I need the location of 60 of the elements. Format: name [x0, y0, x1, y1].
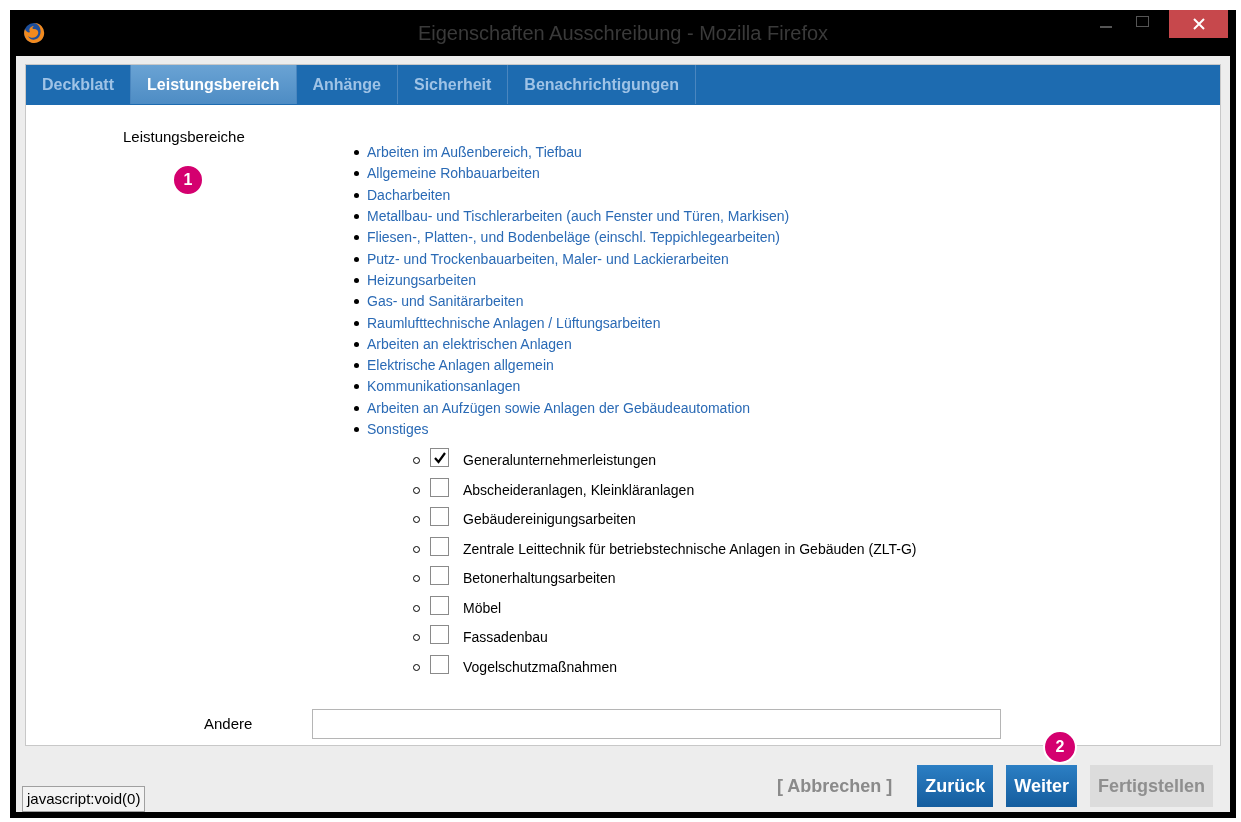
checkbox-label: Zentrale Leittechnik für betriebstechnische Anlagen in Gebäuden (ZLT-G) [463, 539, 917, 559]
category-link[interactable]: Elektrische Anlagen allgemein [367, 355, 554, 377]
checkbox-label: Abscheideranlagen, Kleinkläranlagen [463, 480, 695, 500]
checkbox-label: Fassadenbau [463, 628, 548, 648]
bullet-icon [354, 299, 359, 305]
checkbox[interactable] [430, 654, 449, 674]
category-link[interactable]: Metallbau- und Tischlerarbeiten (auch Fenster und Türen, Markisen) [367, 206, 790, 228]
category-link[interactable]: Arbeiten im Außenbereich, Tiefbau [367, 142, 582, 164]
bullet-icon [354, 384, 359, 390]
bullet-icon [354, 277, 359, 283]
window-title: Eigenschaften Ausschreibung - Mozilla Firefox [417, 21, 829, 46]
tab[interactable]: Sicherheit [397, 65, 509, 104]
bullet-icon [354, 214, 359, 220]
checkbox[interactable] [430, 566, 449, 586]
status-tooltip: javascript:void(0) [22, 786, 146, 812]
category-link[interactable]: Kommunikationsanlagen [367, 376, 521, 398]
checkbox[interactable] [430, 448, 449, 468]
bullet-icon [354, 150, 359, 156]
maximize-icon[interactable] [1136, 16, 1149, 27]
category-link[interactable]: Arbeiten an Aufzügen sowie Anlagen der Gebäudeautomation [367, 397, 750, 419]
bullet-icon [354, 341, 359, 347]
input-field[interactable] [312, 709, 1001, 739]
cancel-link[interactable]: [ Abbrechen ] [776, 772, 893, 800]
checkbox[interactable] [430, 595, 449, 615]
tab[interactable]: Leistungsbereich [131, 65, 297, 104]
tab[interactable]: Benachrichtigungen [508, 65, 696, 104]
checkbox-label: Vogelschutzmaßnahmen [463, 657, 618, 677]
checkbox-label: Möbel [463, 598, 502, 618]
bullet-icon [354, 171, 359, 177]
checkbox-label: Betonerhaltungsarbeiten [463, 569, 616, 589]
bullet-icon [354, 363, 359, 369]
close-button[interactable] [1169, 10, 1228, 38]
category-link[interactable]: Sonstiges [367, 419, 429, 440]
tab[interactable]: Anhänge [296, 65, 398, 104]
checkbox[interactable] [430, 507, 449, 527]
bullet-icon [354, 256, 359, 262]
category-link[interactable]: Heizungsarbeiten [367, 269, 476, 291]
category-link[interactable]: Gas- und Sanitärarbeiten [367, 291, 524, 313]
checkbox[interactable] [430, 536, 449, 556]
checkbox[interactable] [430, 477, 449, 497]
nav-button[interactable]: Zurück [917, 765, 994, 807]
bullet-icon [354, 192, 359, 198]
category-link[interactable]: Raumlufttechnische Anlagen / Lüftungsarbeiten [367, 312, 661, 334]
bullet-icon [354, 320, 359, 326]
bullet-icon [354, 427, 359, 432]
checkbox-label: Generalunternehmerleistungen [463, 451, 656, 471]
category-link[interactable]: Dacharbeiten [367, 184, 451, 206]
bullet-icon [354, 235, 359, 241]
checkbox-label: Gebäudereinigungsarbeiten [463, 510, 636, 530]
field-label: Andere [203, 713, 254, 734]
category-link[interactable]: Fliesen-, Platten-, und Bodenbeläge (einschl. Teppichlegearbeiten) [367, 227, 780, 249]
nav-button[interactable]: Weiter [1006, 765, 1077, 807]
browser-logo-icon [23, 22, 45, 44]
checkbox[interactable] [430, 625, 449, 645]
category-link[interactable]: Putz- und Trockenbauarbeiten, Maler- und Lackierarbeiten [367, 248, 729, 270]
category-link[interactable]: Allgemeine Rohbauarbeiten [367, 163, 540, 185]
bullet-icon [354, 405, 359, 411]
category-link[interactable]: Arbeiten an elektrischen Anlagen [367, 333, 572, 355]
section-label: Leistungsbereiche [123, 128, 245, 145]
close-icon [1192, 18, 1205, 30]
